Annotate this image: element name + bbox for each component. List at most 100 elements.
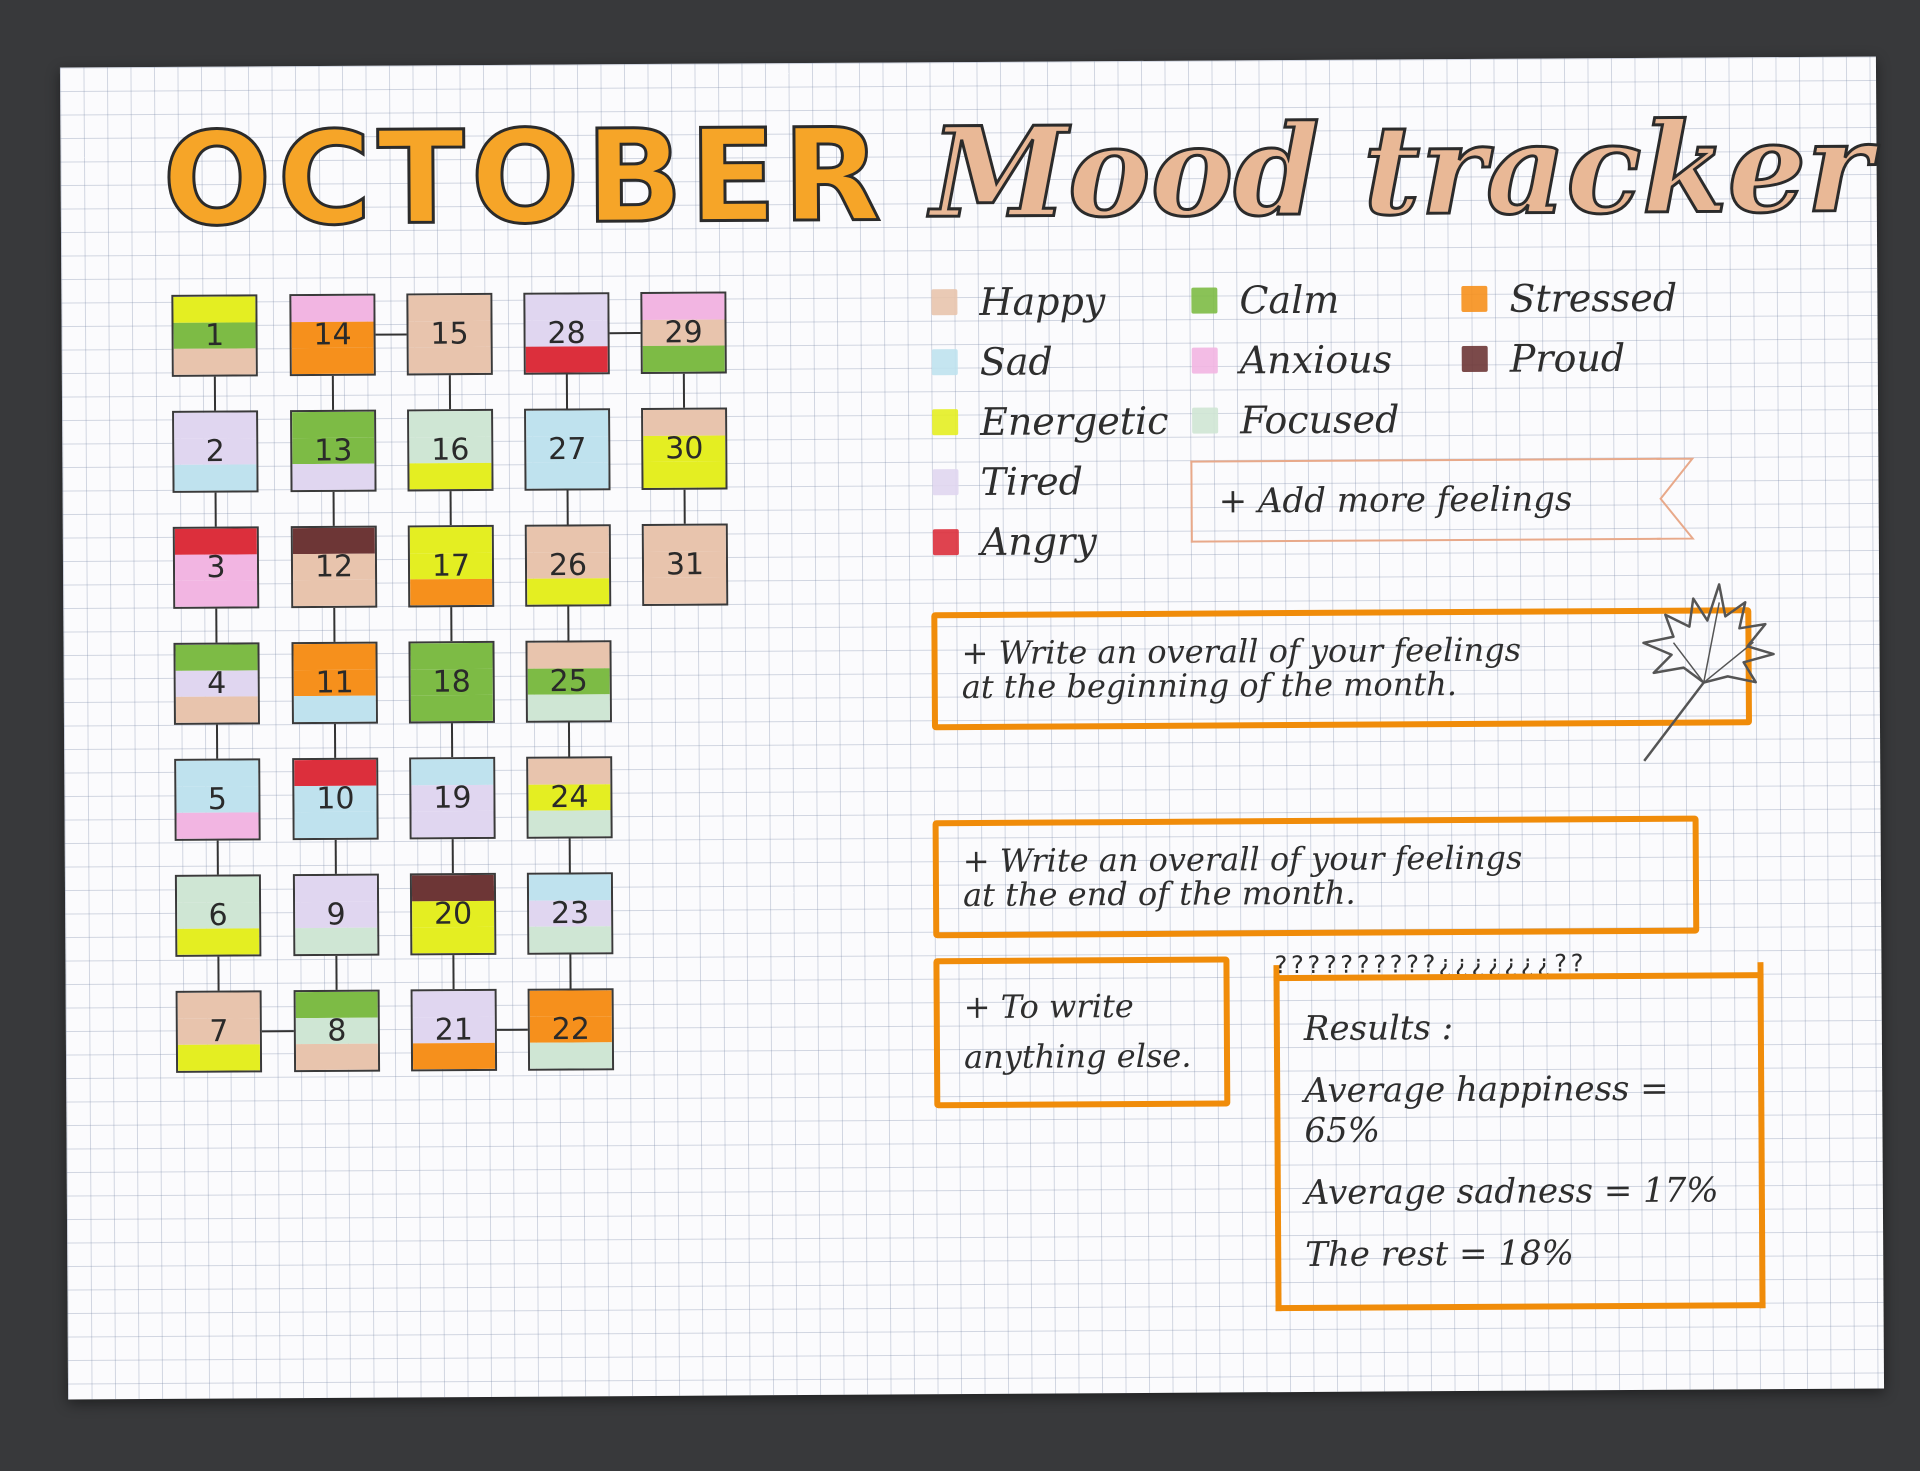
- day-cell: 30: [641, 407, 728, 491]
- legend-label: Sad: [979, 339, 1053, 384]
- day-number: 9: [326, 897, 346, 933]
- legend-swatch: [1461, 285, 1488, 313]
- day-connector: [568, 838, 571, 873]
- day-number: 14: [313, 317, 352, 353]
- day-connector: [450, 723, 454, 758]
- day-connector: [451, 839, 454, 874]
- note-end-of-month: + Write an overall of your feelings at t…: [932, 815, 1700, 939]
- day-connector: [375, 333, 407, 336]
- legend-label: Happy: [979, 279, 1106, 324]
- day-cell: 3: [172, 526, 260, 609]
- legend-item-focused: Focused: [1192, 397, 1400, 442]
- maple-leaf-icon: [1642, 583, 1775, 762]
- day-connector: [213, 376, 217, 411]
- day-number: 29: [664, 315, 703, 351]
- day-number: 3: [206, 550, 226, 586]
- day-connector: [566, 490, 569, 525]
- results-header-marks: ??????????¿¿¿¿¿¿¿??: [1273, 948, 1764, 982]
- legend-label: Calm: [1239, 277, 1340, 323]
- day-number: 28: [547, 315, 586, 352]
- day-cell: 24: [526, 756, 613, 839]
- legend-label: Angry: [980, 519, 1097, 564]
- legend-swatch: [1191, 287, 1218, 314]
- day-connector: [609, 332, 641, 335]
- day-connector: [261, 1030, 294, 1033]
- day-cell: 31: [641, 523, 729, 607]
- legend-label: Stressed: [1509, 275, 1678, 321]
- day-number: 18: [432, 664, 471, 700]
- legend-item-energetic: Energetic: [932, 399, 1169, 444]
- day-number: 2: [205, 434, 225, 470]
- day-connector: [496, 1028, 528, 1031]
- legend-item-angry: Angry: [932, 519, 1097, 564]
- day-connector: [332, 491, 335, 526]
- legend-item-stressed: Stressed: [1461, 276, 1677, 321]
- day-number: 22: [551, 1011, 591, 1048]
- day-number: 21: [434, 1012, 474, 1048]
- note-beginning-line1: + Write an overall of your feelings: [961, 630, 1522, 673]
- day-connector: [215, 724, 219, 759]
- day-cell: 13: [290, 409, 377, 493]
- add-more-feelings-text: + Add more feelings: [1218, 479, 1573, 522]
- day-cell: 10: [292, 757, 379, 841]
- mood-calendar: 1 2 3 4 5 6 7 8 9 10 11 12 13 14 15 16 17 18 19 20 21 22 23 24 2…: [60, 63, 867, 1168]
- day-number: 6: [208, 898, 228, 934]
- day-number: 8: [327, 1013, 347, 1049]
- day-cell: 26: [524, 524, 612, 607]
- day-connector: [450, 607, 453, 642]
- day-number: 27: [548, 431, 587, 468]
- day-cell: 12: [290, 525, 378, 609]
- legend-item-tired: Tired: [932, 459, 1083, 504]
- day-connector: [217, 956, 220, 991]
- day-cell: 5: [174, 758, 261, 841]
- day-connector: [216, 840, 219, 875]
- day-number: 10: [316, 781, 355, 817]
- day-cell: 21: [410, 988, 498, 1072]
- tracker-title: Mood tracker: [929, 94, 1874, 248]
- legend-swatch: [932, 469, 959, 496]
- day-cell: 4: [173, 642, 260, 725]
- day-connector: [215, 608, 218, 643]
- day-cell: 1: [171, 294, 258, 377]
- note-other-line1: + To write: [963, 987, 1134, 1027]
- day-connector: [569, 954, 572, 989]
- day-number: 31: [665, 547, 705, 583]
- legend-swatch: [932, 529, 959, 556]
- legend-item-happy: Happy: [931, 279, 1105, 324]
- day-cell: 27: [524, 408, 611, 491]
- day-connector: [567, 606, 570, 641]
- day-cell: 23: [526, 872, 614, 955]
- day-cell: 19: [409, 756, 496, 840]
- day-number: 26: [548, 547, 588, 584]
- result-rest: The rest = 18%: [1305, 1233, 1575, 1275]
- day-connector: [682, 373, 686, 408]
- result-happiness: Average happiness = 65%: [1304, 1068, 1669, 1151]
- day-cell: 17: [407, 524, 495, 608]
- note-beginning-line2: at the beginning of the month.: [961, 665, 1458, 707]
- note-end-line1: + Write an overall of your feelings: [962, 838, 1523, 881]
- day-connector: [452, 955, 455, 990]
- day-connector: [565, 374, 569, 409]
- note-anything-else: + To write anything else.: [933, 956, 1231, 1109]
- legend-label: Tired: [980, 459, 1084, 504]
- day-cell: 18: [408, 640, 495, 724]
- legend-item-sad: Sad: [931, 339, 1053, 385]
- day-cell: 16: [407, 408, 494, 492]
- note-other-line2: anything else.: [963, 1036, 1192, 1077]
- add-more-feelings-banner: + Add more feelings: [1190, 457, 1661, 543]
- legend-swatch: [1192, 407, 1219, 434]
- legend-swatch: [932, 409, 959, 436]
- day-cell: 28: [523, 292, 610, 375]
- day-connector: [214, 492, 217, 527]
- day-cell: 25: [525, 640, 612, 723]
- day-number: 25: [549, 663, 588, 700]
- day-cell: 14: [289, 293, 376, 377]
- legend-swatch: [931, 289, 958, 316]
- day-cell: 22: [527, 988, 615, 1071]
- day-number: 12: [314, 549, 354, 585]
- day-number: 5: [207, 782, 228, 818]
- day-cell: 20: [409, 872, 497, 956]
- legend-item-calm: Calm: [1191, 278, 1339, 323]
- legend-item-proud: Proud: [1461, 336, 1625, 381]
- day-connector: [334, 839, 337, 874]
